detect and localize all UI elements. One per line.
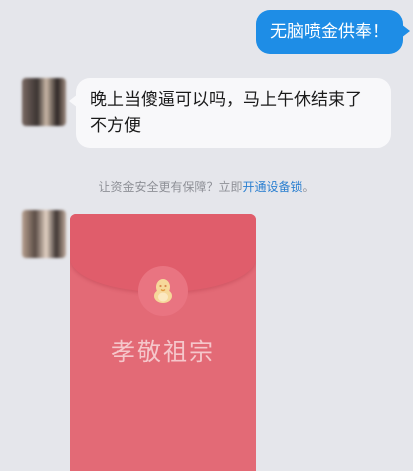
sender-avatar[interactable]: [22, 78, 66, 126]
penguin-icon: [154, 279, 172, 303]
red-packet-title: 孝敬祖宗: [111, 338, 215, 366]
incoming-message-bubble[interactable]: 晚上当傻逼可以吗，马上午休结束了不方便: [69, 78, 391, 148]
security-notice: 让资金安全更有保障？立即开通设备锁。: [0, 178, 413, 195]
red-packet-card[interactable]: 孝敬祖宗: [70, 214, 256, 471]
red-packet-seal[interactable]: [138, 266, 188, 316]
sender-avatar[interactable]: [22, 210, 66, 258]
incoming-message-text: 晚上当傻逼可以吗，马上午休结束了不方便: [90, 90, 362, 136]
security-notice-suffix: 。: [302, 180, 315, 194]
enable-device-lock-link[interactable]: 开通设备锁: [242, 180, 302, 194]
chat-window: 无脑喷金供奉！ 晚上当傻逼可以吗，马上午休结束了不方便 让资金安全更有保障？立即…: [0, 0, 413, 471]
outgoing-message-text: 无脑喷金供奉！: [270, 22, 389, 42]
outgoing-message-bubble[interactable]: 无脑喷金供奉！: [256, 10, 410, 54]
security-notice-text: 让资金安全更有保障？立即: [98, 180, 243, 194]
